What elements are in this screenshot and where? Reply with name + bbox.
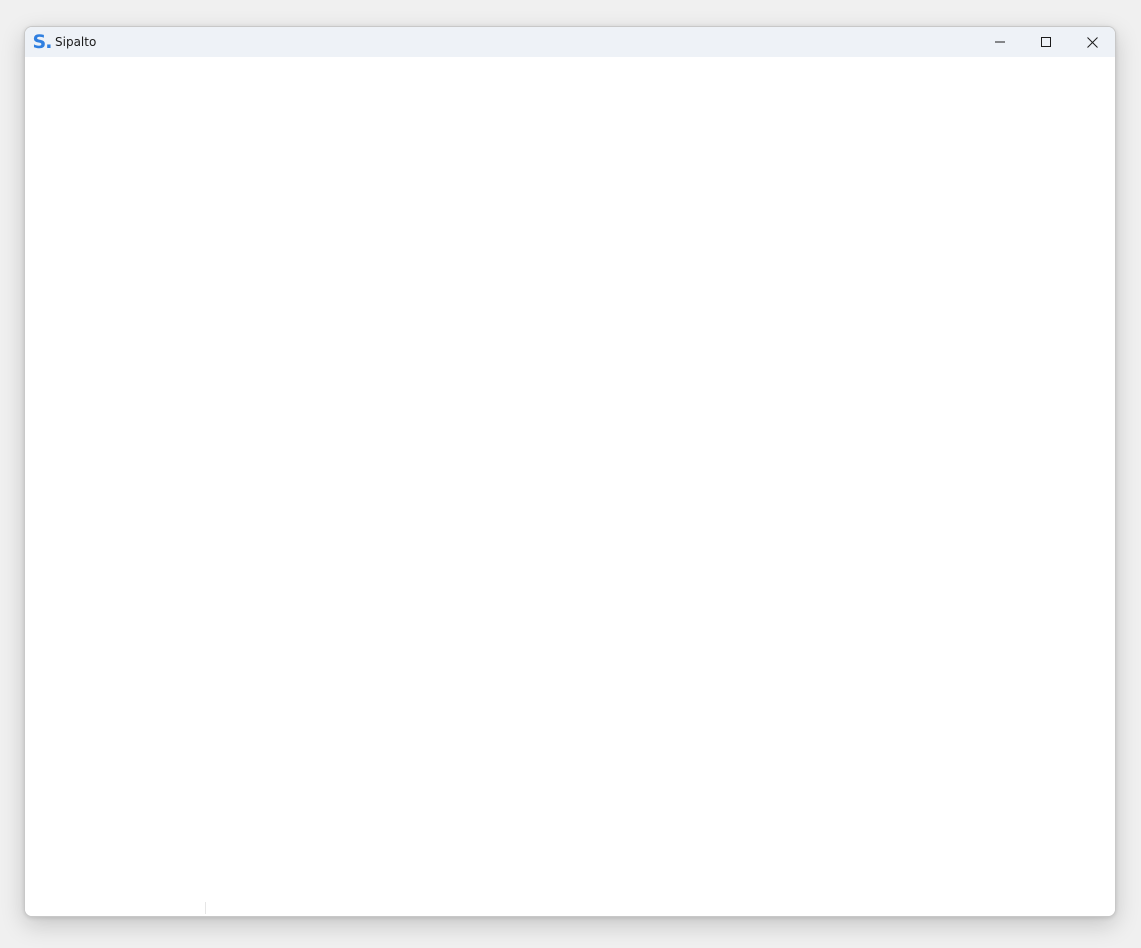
title-bar[interactable]: S. Sipalto — [25, 27, 1115, 57]
close-icon — [1086, 36, 1098, 48]
maximize-button[interactable] — [1023, 27, 1069, 57]
divider — [205, 902, 206, 914]
app-window: S. Sipalto — [24, 26, 1116, 917]
app-logo-icon: S. — [32, 31, 53, 53]
window-title: Sipalto — [55, 35, 97, 49]
maximize-icon — [1041, 37, 1051, 47]
minimize-button[interactable] — [977, 27, 1023, 57]
close-button[interactable] — [1069, 27, 1115, 57]
main-content-area — [25, 57, 1115, 916]
window-controls — [977, 27, 1115, 57]
minimize-icon — [995, 41, 1005, 43]
